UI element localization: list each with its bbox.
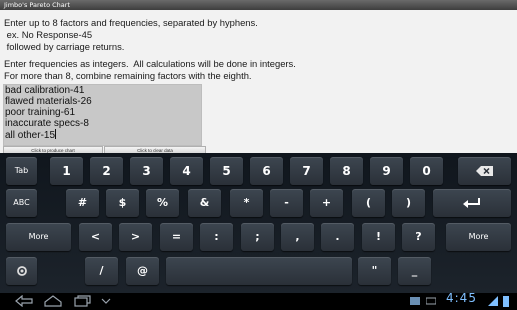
keyboard-dismiss-icon[interactable] [100, 295, 112, 307]
key-asterisk[interactable]: * [230, 189, 263, 217]
backspace-icon [475, 166, 493, 176]
recent-apps-icon[interactable] [74, 295, 92, 307]
instruction-line: For more than 8, combine remaining facto… [4, 70, 252, 81]
enter-icon [463, 198, 480, 208]
entry-line: all other-15 [5, 130, 56, 141]
wifi-icon [488, 296, 498, 306]
key-settings[interactable] [6, 257, 37, 285]
instructions: Enter up to 8 factors and frequencies, s… [4, 17, 509, 82]
key-quote[interactable]: " [358, 257, 391, 285]
entry-line: inaccurate specs-8 [5, 118, 89, 129]
key-8[interactable]: 8 [330, 157, 363, 185]
key-4[interactable]: 4 [170, 157, 203, 185]
key-tab[interactable]: Tab [6, 157, 37, 185]
key-abc[interactable]: ABC [6, 189, 37, 217]
key-slash[interactable]: / [85, 257, 118, 285]
key-question[interactable]: ? [402, 223, 435, 251]
key-semicolon[interactable]: ; [241, 223, 274, 251]
key-enter[interactable] [433, 189, 511, 217]
key-9[interactable]: 9 [370, 157, 403, 185]
key-space[interactable] [166, 257, 352, 285]
key-ampersand[interactable]: & [188, 189, 221, 217]
instruction-line: Enter up to 8 factors and frequencies, s… [4, 17, 258, 28]
key-equals[interactable]: = [160, 223, 193, 251]
instruction-line: ex. No Response-45 [4, 29, 93, 40]
text-cursor [55, 129, 57, 139]
entry-line: bad calibration-41 [5, 85, 85, 96]
app-title: Jimbo's Pareto Chart [4, 1, 70, 9]
key-5[interactable]: 5 [210, 157, 243, 185]
key-underscore[interactable]: _ [398, 257, 431, 285]
system-nav-bar [0, 293, 517, 310]
clear-data-button[interactable]: Click to clear data [104, 146, 206, 153]
key-dollar[interactable]: $ [106, 189, 139, 217]
key-greater-than[interactable]: > [119, 223, 152, 251]
app-title-bar: Jimbo's Pareto Chart [0, 0, 517, 10]
key-period[interactable]: . [321, 223, 354, 251]
key-more-left[interactable]: More [6, 223, 71, 251]
key-2[interactable]: 2 [90, 157, 123, 185]
battery-icon [503, 296, 509, 307]
back-icon[interactable] [14, 295, 34, 307]
key-colon[interactable]: : [200, 223, 233, 251]
settings-icon [16, 266, 27, 276]
keyboard-indicator-icon [426, 297, 436, 305]
key-comma[interactable]: , [281, 223, 314, 251]
key-plus[interactable]: + [310, 189, 343, 217]
clock: 4:45 [446, 291, 477, 305]
key-3[interactable]: 3 [130, 157, 163, 185]
key-1[interactable]: 1 [50, 157, 83, 185]
factor-entry-textarea[interactable]: bad calibration-41 flawed materials-26 p… [3, 84, 202, 146]
home-icon[interactable] [44, 295, 62, 307]
key-minus[interactable]: - [270, 189, 303, 217]
entry-line: flawed materials-26 [5, 96, 92, 107]
key-hash[interactable]: # [66, 189, 99, 217]
key-exclamation[interactable]: ! [362, 223, 395, 251]
instruction-line: followed by carriage returns. [4, 41, 125, 52]
soft-keyboard: Tab 1 2 3 4 5 6 7 8 9 0 ABC # $ % & * - … [0, 153, 517, 293]
key-backspace[interactable] [458, 157, 511, 185]
instruction-line: Enter frequencies as integers. All calcu… [4, 58, 296, 69]
entry-line: poor training-61 [5, 107, 76, 118]
key-less-than[interactable]: < [79, 223, 112, 251]
key-percent[interactable]: % [146, 189, 179, 217]
key-at[interactable]: @ [126, 257, 159, 285]
notification-icon[interactable] [410, 297, 420, 305]
key-left-paren[interactable]: ( [352, 189, 385, 217]
key-7[interactable]: 7 [290, 157, 323, 185]
key-more-right[interactable]: More [446, 223, 511, 251]
key-0[interactable]: 0 [410, 157, 443, 185]
key-6[interactable]: 6 [250, 157, 283, 185]
produce-chart-button[interactable]: Click to produce chart [3, 146, 103, 153]
key-right-paren[interactable]: ) [392, 189, 425, 217]
